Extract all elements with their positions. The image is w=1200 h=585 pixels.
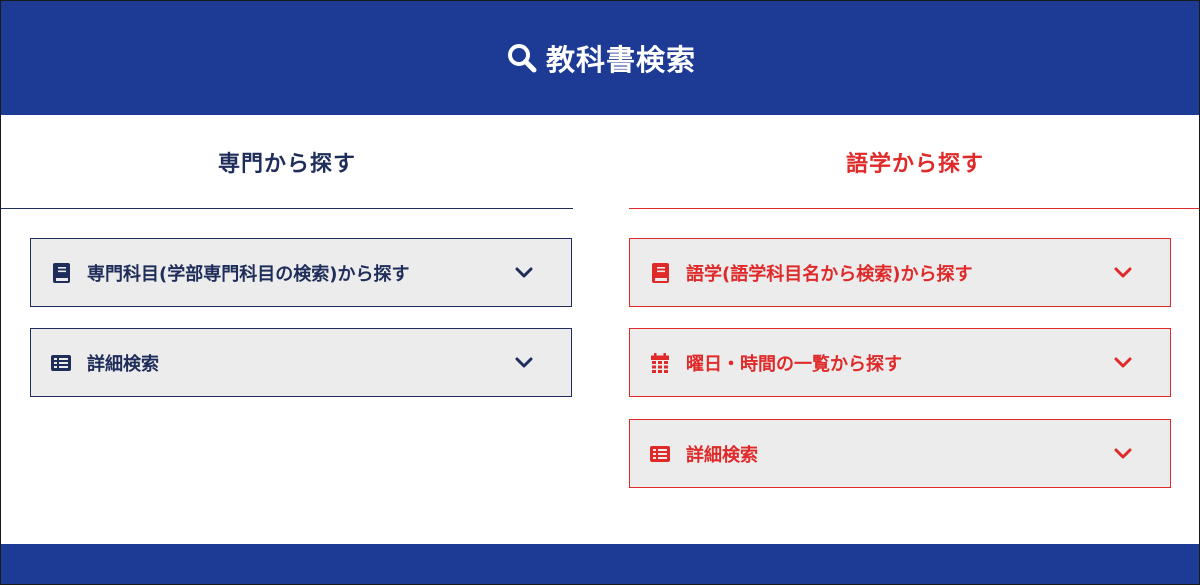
accordion-label: 専門科目(学部専門科目の検索)から探す: [87, 263, 410, 285]
chevron-down-icon: [515, 267, 533, 279]
accordion-label: 詳細検索: [686, 444, 758, 466]
list-icon: [51, 353, 71, 373]
calendar-icon: [650, 352, 670, 373]
page-footer: [1, 544, 1199, 584]
accordion-label: 詳細検索: [87, 353, 159, 375]
page-header: 教科書検索: [1, 1, 1199, 115]
specialty-heading: 専門から探す: [1, 115, 573, 209]
accordion-label: 語学(語学科目名から検索)から探す: [686, 263, 973, 285]
book-icon: [650, 262, 670, 283]
specialty-detail-search-accordion[interactable]: 詳細検索: [30, 328, 572, 397]
chevron-down-icon: [1114, 357, 1132, 369]
list-icon: [650, 444, 670, 464]
specialty-subject-accordion[interactable]: 専門科目(学部専門科目の検索)から探す: [30, 238, 572, 307]
book-icon: [51, 262, 71, 283]
chevron-down-icon: [515, 357, 533, 369]
page-frame: 教科書検索 専門から探す 専門科目(学部専門科目の検索)から探す 詳細検索 語学…: [0, 0, 1200, 585]
language-search-section: 語学から探す 語学(語学科目名から検索)から探す 曜日・時間の一覧から探す 詳細…: [629, 115, 1199, 488]
language-subject-accordion[interactable]: 語学(語学科目名から検索)から探す: [629, 238, 1171, 307]
schedule-list-accordion[interactable]: 曜日・時間の一覧から探す: [629, 328, 1171, 397]
specialty-search-section: 専門から探す 専門科目(学部専門科目の検索)から探す 詳細検索: [1, 115, 573, 397]
language-heading: 語学から探す: [629, 115, 1199, 209]
page-title: 教科書検索: [545, 43, 696, 77]
chevron-down-icon: [1114, 448, 1132, 460]
search-icon: [506, 42, 538, 74]
accordion-label: 曜日・時間の一覧から探す: [686, 353, 902, 375]
language-detail-search-accordion[interactable]: 詳細検索: [629, 419, 1171, 488]
chevron-down-icon: [1114, 267, 1132, 279]
